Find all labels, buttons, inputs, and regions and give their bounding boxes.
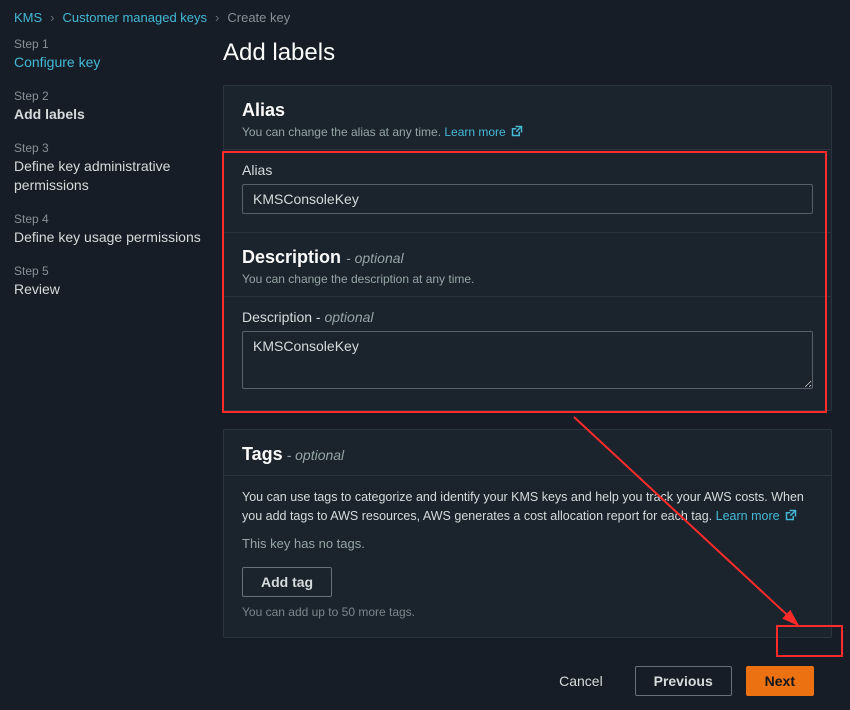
description-field-label: Description - optional (242, 309, 813, 325)
next-button[interactable]: Next (746, 666, 814, 696)
tags-panel-title: Tags - optional (242, 444, 344, 464)
step-num: Step 5 (14, 264, 201, 278)
step-1[interactable]: Step 1 Configure key (14, 37, 201, 71)
external-link-icon (785, 508, 797, 520)
step-3[interactable]: Step 3 Define key administrative permiss… (14, 141, 201, 193)
breadcrumb: KMS › Customer managed keys › Create key (0, 0, 850, 33)
add-tag-button[interactable]: Add tag (242, 567, 332, 597)
breadcrumb-current: Create key (227, 10, 290, 25)
breadcrumb-kms[interactable]: KMS (14, 10, 42, 25)
cancel-button[interactable]: Cancel (541, 667, 621, 695)
step-5[interactable]: Step 5 Review (14, 264, 201, 298)
external-link-icon (511, 125, 523, 137)
wizard-sidebar: Step 1 Configure key Step 2 Add labels S… (0, 33, 215, 710)
description-panel-title: Description - optional (242, 247, 404, 267)
previous-button[interactable]: Previous (635, 666, 732, 696)
step-label: Define key usage permissions (14, 228, 201, 246)
step-num: Step 4 (14, 212, 201, 226)
step-num: Step 2 (14, 89, 201, 103)
step-label: Add labels (14, 105, 201, 123)
tags-panel: Tags - optional You can use tags to cate… (223, 429, 832, 638)
step-label: Define key administrative permissions (14, 157, 201, 193)
alias-panel-title: Alias (242, 100, 285, 120)
alias-panel-sub: You can change the alias at any time. Le… (242, 125, 813, 139)
page-title: Add labels (223, 39, 832, 67)
step-2[interactable]: Step 2 Add labels (14, 89, 201, 123)
description-input[interactable] (242, 331, 813, 389)
chevron-right-icon: › (215, 10, 219, 25)
alias-field-label: Alias (242, 162, 813, 178)
description-panel-sub: You can change the description at any ti… (242, 272, 813, 286)
alias-panel: Alias You can change the alias at any ti… (223, 85, 832, 411)
tags-learn-more-link[interactable]: Learn more (716, 509, 797, 523)
alias-learn-more-link[interactable]: Learn more (444, 125, 523, 139)
step-num: Step 3 (14, 141, 201, 155)
tags-helper-text: You can use tags to categorize and ident… (242, 488, 813, 526)
wizard-actions: Cancel Previous Next (223, 656, 832, 710)
breadcrumb-cmk[interactable]: Customer managed keys (63, 10, 208, 25)
step-4[interactable]: Step 4 Define key usage permissions (14, 212, 201, 246)
step-num: Step 1 (14, 37, 201, 51)
chevron-right-icon: › (50, 10, 54, 25)
step-label: Configure key (14, 53, 201, 71)
step-label: Review (14, 280, 201, 298)
tags-limit-text: You can add up to 50 more tags. (242, 605, 813, 619)
tags-empty-text: This key has no tags. (242, 536, 813, 551)
alias-input[interactable] (242, 184, 813, 214)
